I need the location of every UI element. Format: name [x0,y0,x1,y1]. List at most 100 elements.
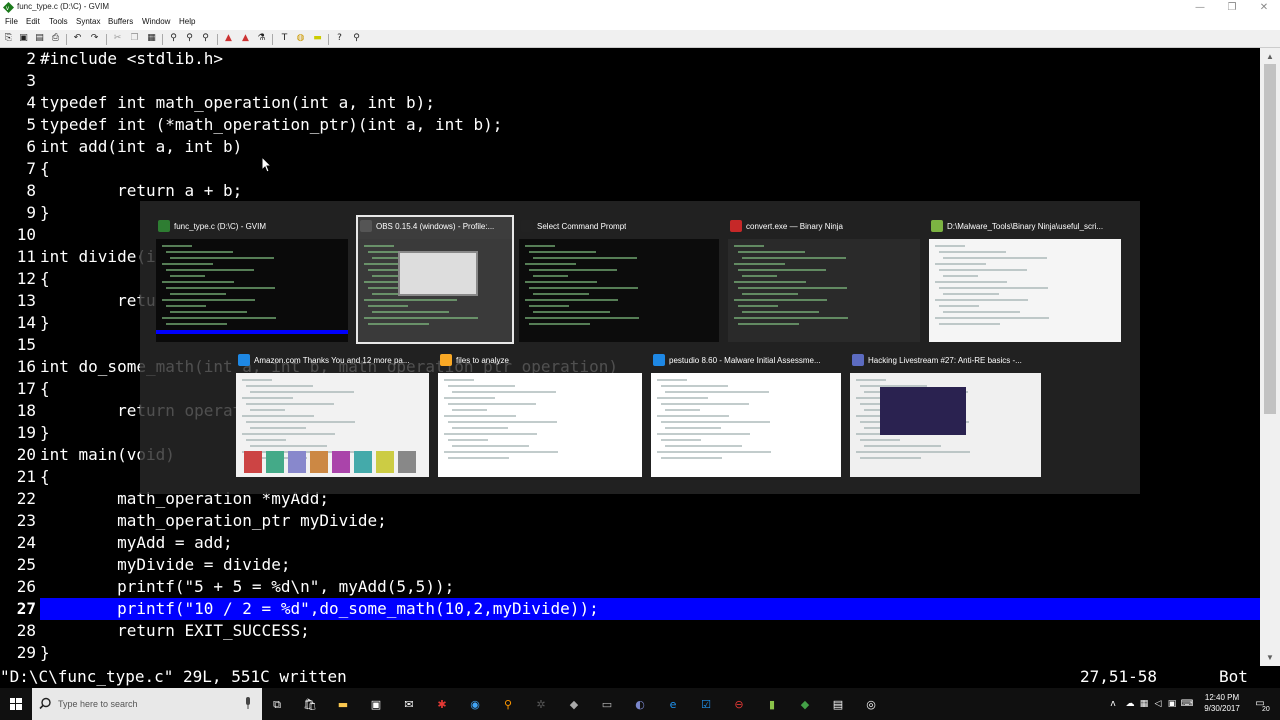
task-switcher-title: pestudio 8.60 - Malware Initial Assessme… [669,355,821,365]
app-icon-search-tool[interactable]: ⚲ [499,695,517,713]
find-replace-icon[interactable]: ⚲ [168,33,179,44]
code-line[interactable]: 5 typedef int (*math_operation_ptr)(int a… [0,114,1260,136]
line-code: { [40,159,50,178]
notepadpp-icon[interactable]: ▮ [763,695,781,713]
code-line[interactable]: 25 myDivide = divide; [0,554,1260,576]
app-icon-database[interactable]: ◆ [565,695,583,713]
app-icon-steam[interactable]: ◉ [466,695,484,713]
code-line[interactable]: 28 return EXIT_SUCCESS; [0,620,1260,642]
load-session-icon[interactable]: ▲ [223,33,234,44]
task-switcher-item[interactable]: OBS 0.15.4 (windows) - Profile:... [356,215,514,344]
notification-count: 20 [1262,706,1270,713]
menu-tools[interactable]: Tools [49,17,68,26]
toolbar-separator [66,34,67,45]
code-line[interactable]: 6 int add(int a, int b) [0,136,1260,158]
menu-edit[interactable]: Edit [26,17,40,26]
maximize-button[interactable]: ❐ [1216,0,1248,16]
pestudio-icon [653,354,665,366]
save-icon[interactable]: ▣ [18,33,29,44]
task-switcher-item[interactable]: pestudio 8.60 - Malware Initial Assessme… [651,351,841,477]
code-line[interactable]: 24 myAdd = add; [0,532,1260,554]
line-code: printf("10 / 2 = %d",do_some_math(10,2,m… [40,599,599,618]
cursor-position: 27,51-58 [1080,667,1158,686]
find-help-icon[interactable]: ⚲ [351,33,362,44]
task-switcher-item[interactable]: files to analyze [438,351,642,477]
scroll-up-icon[interactable]: ▲ [1266,52,1274,61]
cut-icon[interactable]: ✂ [112,33,123,44]
make-icon[interactable]: T [279,33,290,44]
task-switcher-item[interactable]: convert.exe — Binary Ninja [728,217,920,342]
run-script-icon[interactable]: ⚗ [256,33,267,44]
task-switcher-item[interactable]: func_type.c (D:\C) - GVIM [156,217,348,342]
windows-start-icon[interactable] [0,688,32,720]
scrollbar-thumb[interactable] [1264,64,1276,414]
volume-icon[interactable]: ◁ [1152,695,1164,713]
line-number: 10 [16,225,36,244]
menu-buffers[interactable]: Buffers [108,17,133,26]
menu-file[interactable]: File [5,17,18,26]
minimize-button[interactable]: — [1184,0,1216,16]
app-icon-bug[interactable]: ✲ [532,695,550,713]
code-line[interactable]: 29} [0,642,1260,664]
copy-icon[interactable]: ❐ [129,33,140,44]
code-line[interactable]: 8 return a + b; [0,180,1260,202]
save-all-icon[interactable]: ▤ [34,33,45,44]
find-prev-icon[interactable]: ⚲ [200,33,211,44]
status-line: "D:\C\func_type.c" 29L, 551C written 27,… [0,666,1280,688]
menu-syntax[interactable]: Syntax [76,17,100,26]
code-line[interactable]: 2 #include <stdlib.h> [0,48,1260,70]
task-switcher-item[interactable]: Select Command Prompt [519,217,719,342]
app-icon-ida[interactable]: ✱ [433,695,451,713]
obs-icon[interactable]: ◎ [862,695,880,713]
build-tags-icon[interactable]: ◍ [295,33,306,44]
microphone-icon[interactable] [244,697,252,710]
store-icon[interactable]: 🛍 [301,695,319,713]
find-next-icon[interactable]: ⚲ [184,33,195,44]
task-switcher-item[interactable]: D:\Malware_Tools\Binary Ninja\useful_scr… [929,217,1121,342]
line-number: 15 [16,335,36,354]
undo-icon[interactable]: ↶ [72,33,83,44]
pestudio-icon[interactable]: ☑ [697,695,715,713]
system-clock[interactable]: 12:40 PM 9/30/2017 [1198,692,1246,714]
firefox-icon[interactable]: ◐ [631,695,649,713]
paste-icon[interactable]: ▦ [146,33,157,44]
code-line[interactable]: 4 typedef int math_operation(int a, int b… [0,92,1260,114]
print-icon[interactable]: ⎙ [50,33,61,44]
code-line[interactable]: 7{ [0,158,1260,180]
network-icon[interactable]: ▦ [1138,695,1150,713]
scroll-down-icon[interactable]: ▼ [1266,653,1274,662]
app-icon-mail[interactable]: ✉ [400,695,418,713]
jump-tag-icon[interactable]: ▬ [312,33,323,44]
task-view-icon[interactable]: ⧉ [268,695,286,713]
binja-icon[interactable]: ⊖ [730,695,748,713]
app-icon-drive[interactable]: ▭ [598,695,616,713]
taskbar-search-box[interactable]: Type here to search [32,688,262,720]
edge-icon[interactable]: e [664,695,682,713]
close-button[interactable]: ✕ [1248,0,1280,16]
security-icon[interactable]: ▣ [1166,695,1178,713]
redo-icon[interactable]: ↷ [89,33,100,44]
vertical-scrollbar[interactable]: ▲ ▼ [1260,48,1280,666]
gvim-icon[interactable]: ◆ [796,695,814,713]
task-switcher-item[interactable]: Hacking Livestream #27: Anti-RE basics -… [850,351,1041,477]
task-switcher-item[interactable]: Amazon.com Thanks You and 12 more pa... [236,351,429,477]
menu-window[interactable]: Window [142,17,170,26]
cmd-icon[interactable]: ▤ [829,695,847,713]
app-icon-terminal[interactable]: ▣ [367,695,385,713]
open-icon[interactable]: ⎘ [3,33,14,44]
onedrive-icon[interactable]: ☁ [1124,695,1136,713]
current-code-line[interactable]: 27 printf("10 / 2 = %d",do_some_math(10,… [0,598,1260,620]
help-icon[interactable]: ? [334,33,345,44]
code-line[interactable]: 3 [0,70,1260,92]
toolbar-separator [217,34,218,45]
menu-help[interactable]: Help [179,17,195,26]
keyboard-icon[interactable]: ⌨ [1180,695,1194,713]
file-explorer-icon[interactable]: ▬ [334,695,352,713]
task-switcher: func_type.c (D:\C) - GVIM OBS 0.15.4 (win… [140,201,1140,494]
line-code: return EXIT_SUCCESS; [40,621,310,640]
code-line[interactable]: 26 printf("5 + 5 = %d\n", myAdd(5,5)); [0,576,1260,598]
show-hidden-icons[interactable]: ʌ [1108,695,1118,713]
save-session-icon[interactable]: ▲ [240,33,251,44]
line-code: myDivide = divide; [40,555,291,574]
code-line[interactable]: 23 math_operation_ptr myDivide; [0,510,1260,532]
